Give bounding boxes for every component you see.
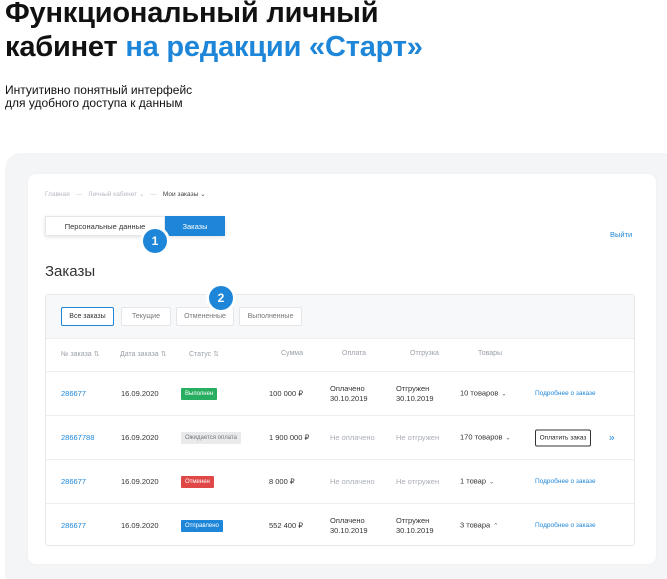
order-number-link[interactable]: 286677 xyxy=(61,389,86,399)
hero-subtitle: Интуитивно понятный интерфейс для удобно… xyxy=(5,84,192,110)
account-card: Главная — Личный кабинет ⌄ — Мои заказы … xyxy=(28,174,656,564)
tab-orders[interactable]: Заказы xyxy=(165,216,225,236)
hero-title-line2: кабинет на редакции «Старт» xyxy=(5,30,423,64)
order-shipment: Отгружен 30.10.2019 xyxy=(396,383,434,403)
filter-bar: Все заказы Текущие Отмененные Выполненны… xyxy=(46,295,634,339)
hero-subtitle-line2: для удобного доступа к данным xyxy=(5,96,183,110)
column-header-status[interactable]: Статус ⇅ xyxy=(189,350,219,358)
sort-icon: ⇅ xyxy=(213,351,220,358)
page-title: Заказы xyxy=(45,263,96,280)
order-sum: 8 000 ₽ xyxy=(269,476,295,486)
order-date: 16.09.2020 xyxy=(121,388,159,398)
order-goods-toggle[interactable]: 170 товаров ⌄ xyxy=(460,432,511,443)
order-sum: 100 000 ₽ xyxy=(269,388,303,398)
chevron-down-icon: ⌄ xyxy=(501,391,507,397)
order-sum: 552 400 ₽ xyxy=(269,520,303,530)
logout-link[interactable]: Выйти xyxy=(610,230,632,239)
hero-title: Функциональный личный кабинет на редакци… xyxy=(5,0,423,64)
chevron-down-icon: ⌄ xyxy=(505,435,511,441)
order-details-link[interactable]: Подробнее о заказе xyxy=(535,477,596,487)
chevron-down-icon: ⌄ xyxy=(489,479,495,485)
status-badge: Ожидается оплата xyxy=(181,431,241,444)
hero-title-accent: на редакции «Старт» xyxy=(125,31,423,63)
table-row: 286677 16.09.2020 Отменен 8 000 ₽ Не опл… xyxy=(46,459,634,503)
order-payment: Не оплачено xyxy=(330,432,375,442)
status-badge: Отменен xyxy=(181,475,214,488)
filter-all[interactable]: Все заказы xyxy=(61,307,114,326)
order-number-link[interactable]: 286677 xyxy=(61,521,86,531)
orders-panel: Все заказы Текущие Отмененные Выполненны… xyxy=(45,294,635,546)
column-header-number[interactable]: № заказа ⇅ xyxy=(61,350,100,358)
table-row: 28667788 16.09.2020 Ожидается оплата 1 9… xyxy=(46,415,634,459)
order-number-link[interactable]: 286677 xyxy=(61,477,86,487)
sort-icon: ⇅ xyxy=(93,351,100,358)
order-payment: Оплачено 30.10.2019 xyxy=(330,515,368,535)
breadcrumb-separator: — xyxy=(150,190,157,198)
pay-order-button[interactable]: Оплатить заказ xyxy=(535,429,591,446)
order-goods-toggle[interactable]: 1 товар ⌄ xyxy=(460,476,494,487)
order-shipment: Не отгружен xyxy=(396,476,440,486)
step-badge-1: 1 xyxy=(143,229,167,253)
hero-title-plain: кабинет xyxy=(5,31,118,63)
column-header-sum: Сумма xyxy=(281,350,303,357)
order-payment: Оплачено 30.10.2019 xyxy=(330,383,368,403)
hero-title-line1: Функциональный личный xyxy=(5,0,379,29)
chevron-down-icon: ⌄ xyxy=(200,191,206,198)
order-date: 16.09.2020 xyxy=(121,432,159,442)
order-number-link[interactable]: 28667788 xyxy=(61,433,94,443)
chevron-down-icon: ⌄ xyxy=(138,191,145,198)
column-header-shipment: Отгрузка xyxy=(410,350,439,357)
breadcrumb-account[interactable]: Личный кабинет ⌄ xyxy=(88,190,144,198)
chevron-up-icon: ⌃ xyxy=(493,523,499,529)
order-goods-toggle[interactable]: 10 товаров ⌄ xyxy=(460,388,506,399)
column-header-payment: Оплата xyxy=(342,350,367,357)
order-details-link[interactable]: Подробнее о заказе xyxy=(535,389,596,399)
step-badge-2: 2 xyxy=(209,286,233,310)
breadcrumb: Главная — Личный кабинет ⌄ — Мои заказы … xyxy=(45,190,206,199)
filter-current[interactable]: Текущие xyxy=(121,307,171,326)
table-row: 286677 16.09.2020 Выполнен 100 000 ₽ Опл… xyxy=(46,371,634,415)
breadcrumb-separator: — xyxy=(75,190,83,198)
order-goods-toggle[interactable]: 3 товара ⌃ xyxy=(460,520,498,531)
order-date: 16.09.2020 xyxy=(121,520,159,530)
order-shipment: Не отгружен xyxy=(396,432,440,442)
status-badge: Отправлено xyxy=(181,519,223,532)
breadcrumb-home[interactable]: Главная xyxy=(45,191,70,198)
order-sum: 1 900 000 ₽ xyxy=(269,432,310,442)
double-chevron-right-icon[interactable]: » xyxy=(609,432,615,443)
column-header-date[interactable]: Дата заказа ⇅ xyxy=(120,350,167,358)
breadcrumb-current[interactable]: Мои заказы ⌄ xyxy=(163,190,206,198)
column-header-goods: Товары xyxy=(478,350,503,357)
table-row: 286677 16.09.2020 Отправлено 552 400 ₽ О… xyxy=(46,503,634,547)
order-payment: Не оплачено xyxy=(330,476,375,486)
filter-completed[interactable]: Выполненные xyxy=(239,307,302,326)
filter-cancelled[interactable]: Отмененные xyxy=(176,307,234,326)
order-details-link[interactable]: Подробнее о заказе xyxy=(535,521,596,531)
order-shipment: Отгружен 30.10.2019 xyxy=(396,515,434,535)
sort-icon: ⇅ xyxy=(160,351,167,358)
status-badge: Выполнен xyxy=(181,387,218,400)
account-tabs: Персональные данные Заказы xyxy=(45,216,225,236)
order-date: 16.09.2020 xyxy=(121,476,159,486)
